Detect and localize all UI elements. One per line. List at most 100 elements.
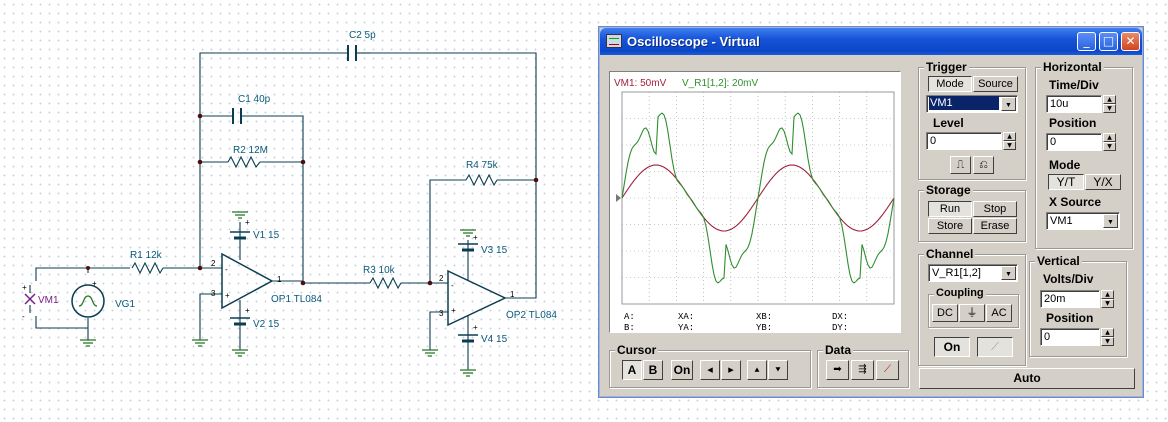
label-vg1: VG1 — [115, 299, 135, 310]
volts-div-input[interactable]: 20m — [1040, 290, 1100, 308]
cursor-up-icon[interactable]: ⯅ — [747, 360, 767, 380]
schematic-canvas[interactable]: C2 5p C1 40p R2 12M R4 75k R1 12k R3 10k… — [0, 0, 600, 422]
label-op1: OP1 TL084 — [271, 294, 322, 305]
cursor-on-button[interactable]: On — [671, 360, 693, 380]
coupling-title: Coupling — [934, 287, 986, 299]
rising-edge-icon[interactable]: ⎍ — [950, 156, 971, 174]
store-button[interactable]: Store — [928, 218, 972, 234]
pin-label: + — [473, 233, 478, 242]
label-v3: V3 15 — [481, 245, 508, 256]
chart-icon[interactable]: ⟋ — [876, 360, 899, 380]
time-div-input[interactable]: 10u — [1046, 95, 1102, 113]
cursor-title: Cursor — [615, 343, 659, 357]
channel-select[interactable]: V_R1[1,2] ▼ — [928, 264, 1018, 282]
opamp-op2[interactable] — [447, 269, 507, 327]
scope-display[interactable]: VM1: 50mV V_R1[1,2]: 20mV A: B: XA: YA: … — [609, 71, 901, 333]
pin-label: + — [451, 306, 456, 315]
x-source-select[interactable]: VM1 ▼ — [1046, 212, 1120, 230]
cursor-a-button[interactable]: A — [622, 360, 642, 380]
mode-yt-button[interactable]: Y/T — [1048, 174, 1084, 190]
chevron-down-icon[interactable]: ▼ — [1103, 214, 1118, 228]
coupling-dc-button[interactable]: DC — [932, 304, 958, 322]
chevron-down-icon[interactable]: ▼ — [1001, 266, 1016, 280]
cursor-right-icon[interactable]: ▸ — [721, 360, 741, 380]
horizontal-position-spinner[interactable]: ▲ ▼ — [1103, 133, 1116, 151]
storage-title: Storage — [924, 183, 973, 197]
ground-icon — [422, 349, 438, 357]
coupling-gnd-button[interactable]: ⏚ — [959, 304, 985, 322]
resistor-r2 — [227, 155, 261, 169]
maximize-button[interactable]: □ — [1099, 32, 1118, 51]
readout-dy: DY: — [832, 323, 849, 333]
time-div-label: Time/Div — [1049, 78, 1099, 92]
vertical-position-label: Position — [1046, 311, 1094, 325]
ground-icon — [460, 369, 476, 377]
pin-label: - — [22, 312, 25, 321]
label-op2: OP2 TL084 — [506, 310, 557, 321]
pin-label: 3 — [211, 289, 216, 298]
pin-label: 2 — [211, 259, 216, 268]
time-div-spinner[interactable]: ▲ ▼ — [1103, 95, 1116, 113]
label-r2: R2 12M — [233, 145, 268, 156]
trigger-mode-button[interactable]: Mode — [928, 76, 972, 92]
cursor-b-button[interactable]: B — [643, 360, 663, 380]
trigger-level-label: Level — [933, 116, 964, 130]
readout-ya: YA: — [678, 323, 695, 333]
cursor-group: Cursor A B On ◂ ▸ ⯅ ⯆ — [609, 343, 811, 388]
vertical-title: Vertical — [1035, 254, 1082, 268]
channel-on-button[interactable]: On — [934, 337, 970, 357]
data-title: Data — [823, 343, 854, 357]
readout-xb: XB: — [756, 312, 773, 322]
trigger-level-spinner[interactable]: ▲ ▼ — [1003, 132, 1016, 150]
horizontal-position-label: Position — [1049, 116, 1097, 130]
ground-icon — [80, 339, 96, 347]
ground-icon — [232, 349, 248, 357]
resistor-r4 — [465, 173, 498, 187]
trigger-group: Trigger Mode Source VM1 ▼ Level 0 ▲ ▼ ⎍ ⎌ — [918, 60, 1026, 180]
resistor-r3 — [369, 276, 402, 290]
import-data-icon[interactable]: ⇶ — [851, 360, 874, 380]
vertical-group: Vertical Volts/Div 20m ▲ ▼ Position 0 ▲ ▼ — [1029, 254, 1127, 357]
label-v2: V2 15 — [253, 319, 280, 330]
volts-div-spinner[interactable]: ▲ ▼ — [1101, 290, 1114, 308]
close-button[interactable]: ✕ — [1121, 32, 1140, 51]
data-group: Data ➡ ⇶ ⟋ — [817, 343, 909, 388]
legend-v-r1: V_R1[1,2]: 20mV — [682, 78, 759, 89]
trigger-level-input[interactable]: 0 — [926, 132, 1002, 150]
ground-icon — [192, 339, 208, 347]
horizontal-title: Horizontal — [1041, 60, 1104, 74]
trigger-source-button[interactable]: Source — [973, 76, 1018, 92]
minimize-button[interactable]: _ — [1077, 32, 1096, 51]
run-button[interactable]: Run — [928, 201, 972, 217]
mode-yx-button[interactable]: Y/X — [1085, 174, 1121, 190]
resistor-r1 — [131, 261, 164, 275]
probe-icon[interactable]: ⟋ — [977, 337, 1013, 357]
chevron-down-icon[interactable]: ▼ — [1001, 97, 1016, 111]
label-r1: R1 12k — [130, 250, 163, 261]
horizontal-group: Horizontal Time/Div 10u ▲ ▼ Position 0 ▲ ▼… — [1035, 60, 1133, 249]
voltage-generator-vg1[interactable] — [71, 284, 105, 318]
storage-group: Storage Run Stop Store Erase — [918, 183, 1026, 242]
pin-label: - — [225, 265, 228, 274]
trigger-source-select[interactable]: VM1 ▼ — [926, 95, 1018, 113]
auto-button[interactable]: Auto — [919, 368, 1135, 389]
stop-button[interactable]: Stop — [973, 201, 1017, 217]
coupling-ac-button[interactable]: AC — [986, 304, 1012, 322]
x-source-value: VM1 — [1050, 215, 1073, 227]
oscilloscope-window[interactable]: Oscilloscope - Virtual _ □ ✕ VM1: 50mV V… — [598, 26, 1144, 398]
cursor-down-icon[interactable]: ⯆ — [768, 360, 788, 380]
horizontal-mode-label: Mode — [1049, 158, 1081, 172]
horizontal-position-input[interactable]: 0 — [1046, 133, 1102, 151]
ground-marker-icon — [616, 194, 621, 202]
title-bar[interactable]: Oscilloscope - Virtual _ □ ✕ — [600, 28, 1142, 55]
cursor-left-icon[interactable]: ◂ — [700, 360, 720, 380]
falling-edge-icon[interactable]: ⎌ — [973, 156, 994, 174]
export-data-icon[interactable]: ➡ — [826, 360, 849, 380]
erase-button[interactable]: Erase — [973, 218, 1017, 234]
pin-label: + — [92, 279, 97, 288]
trigger-source-value: VM1 — [929, 96, 999, 110]
pin-label: 1 — [277, 275, 282, 284]
label-v1: V1 15 — [253, 230, 280, 241]
vertical-position-spinner[interactable]: ▲ ▼ — [1101, 328, 1114, 346]
vertical-position-input[interactable]: 0 — [1040, 328, 1100, 346]
